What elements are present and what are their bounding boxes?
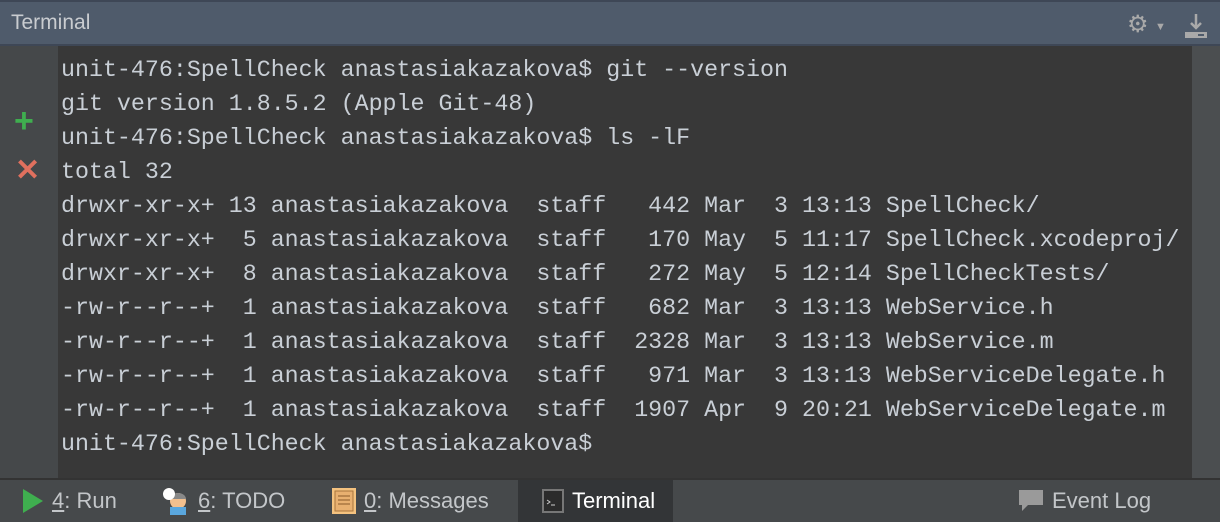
terminal-gutter: + ✕ <box>0 46 58 478</box>
tab-messages-label: 0: Messages <box>364 488 489 513</box>
tab-todo-label: 6: TODO <box>198 488 286 513</box>
terminal-line: -rw-r--r--+ 1 anastasiakazakova staff 68… <box>61 295 1054 321</box>
terminal-line: drwxr-xr-x+ 13 anastasiakazakova staff 4… <box>61 193 1040 219</box>
settings-button[interactable]: ⚙ ▼ <box>1127 13 1167 37</box>
terminal-line: -rw-r--r--+ 1 anastasiakazakova staff 19… <box>61 397 1166 423</box>
terminal-line: drwxr-xr-x+ 8 anastasiakazakova staff 27… <box>61 261 1110 287</box>
tab-run[interactable]: 4: Run <box>22 480 117 522</box>
tab-messages[interactable]: 0: Messages <box>332 480 489 522</box>
tool-window-bar: 4: Run 6: TODO 0: Messages Terminal Even… <box>0 478 1220 522</box>
tab-event-log[interactable]: Event Log <box>1018 480 1151 522</box>
new-session-plus-icon[interactable]: + <box>14 104 34 138</box>
event-log-icon <box>1019 490 1043 511</box>
messages-icon <box>332 488 356 514</box>
todo-icon <box>163 488 186 515</box>
terminal-line: git version 1.8.5.2 (Apple Git-48) <box>61 91 537 117</box>
run-icon <box>23 489 43 513</box>
tab-terminal[interactable]: Terminal <box>518 480 674 522</box>
chevron-down-icon: ▼ <box>1155 21 1166 33</box>
tool-window-header: Terminal ⚙ ▼ <box>0 0 1220 46</box>
terminal-icon <box>542 489 564 513</box>
terminal-line: -rw-r--r--+ 1 anastasiakazakova staff 97… <box>61 363 1166 389</box>
gear-icon: ⚙ <box>1127 11 1149 38</box>
hide-icon[interactable] <box>1185 14 1207 38</box>
tab-terminal-label: Terminal <box>572 488 656 513</box>
tab-run-label: 4: Run <box>52 488 117 513</box>
terminal-output[interactable]: unit-476:SpellCheck anastasiakazakova$ g… <box>58 46 1192 478</box>
terminal-line: drwxr-xr-x+ 5 anastasiakazakova staff 17… <box>61 227 1180 253</box>
tab-todo[interactable]: 6: TODO <box>162 480 285 522</box>
scrollbar[interactable] <box>1192 46 1220 478</box>
terminal-line: total 32 <box>61 159 173 185</box>
tool-window-title: Terminal <box>11 11 91 34</box>
tab-event-log-label: Event Log <box>1052 488 1152 513</box>
terminal-line: unit-476:SpellCheck anastasiakazakova$ l… <box>61 125 691 151</box>
close-session-x-icon[interactable]: ✕ <box>15 156 40 186</box>
terminal-line: -rw-r--r--+ 1 anastasiakazakova staff 23… <box>61 329 1054 355</box>
terminal-line: unit-476:SpellCheck anastasiakazakova$ g… <box>61 57 788 83</box>
terminal-line: unit-476:SpellCheck anastasiakazakova$ <box>61 431 593 457</box>
